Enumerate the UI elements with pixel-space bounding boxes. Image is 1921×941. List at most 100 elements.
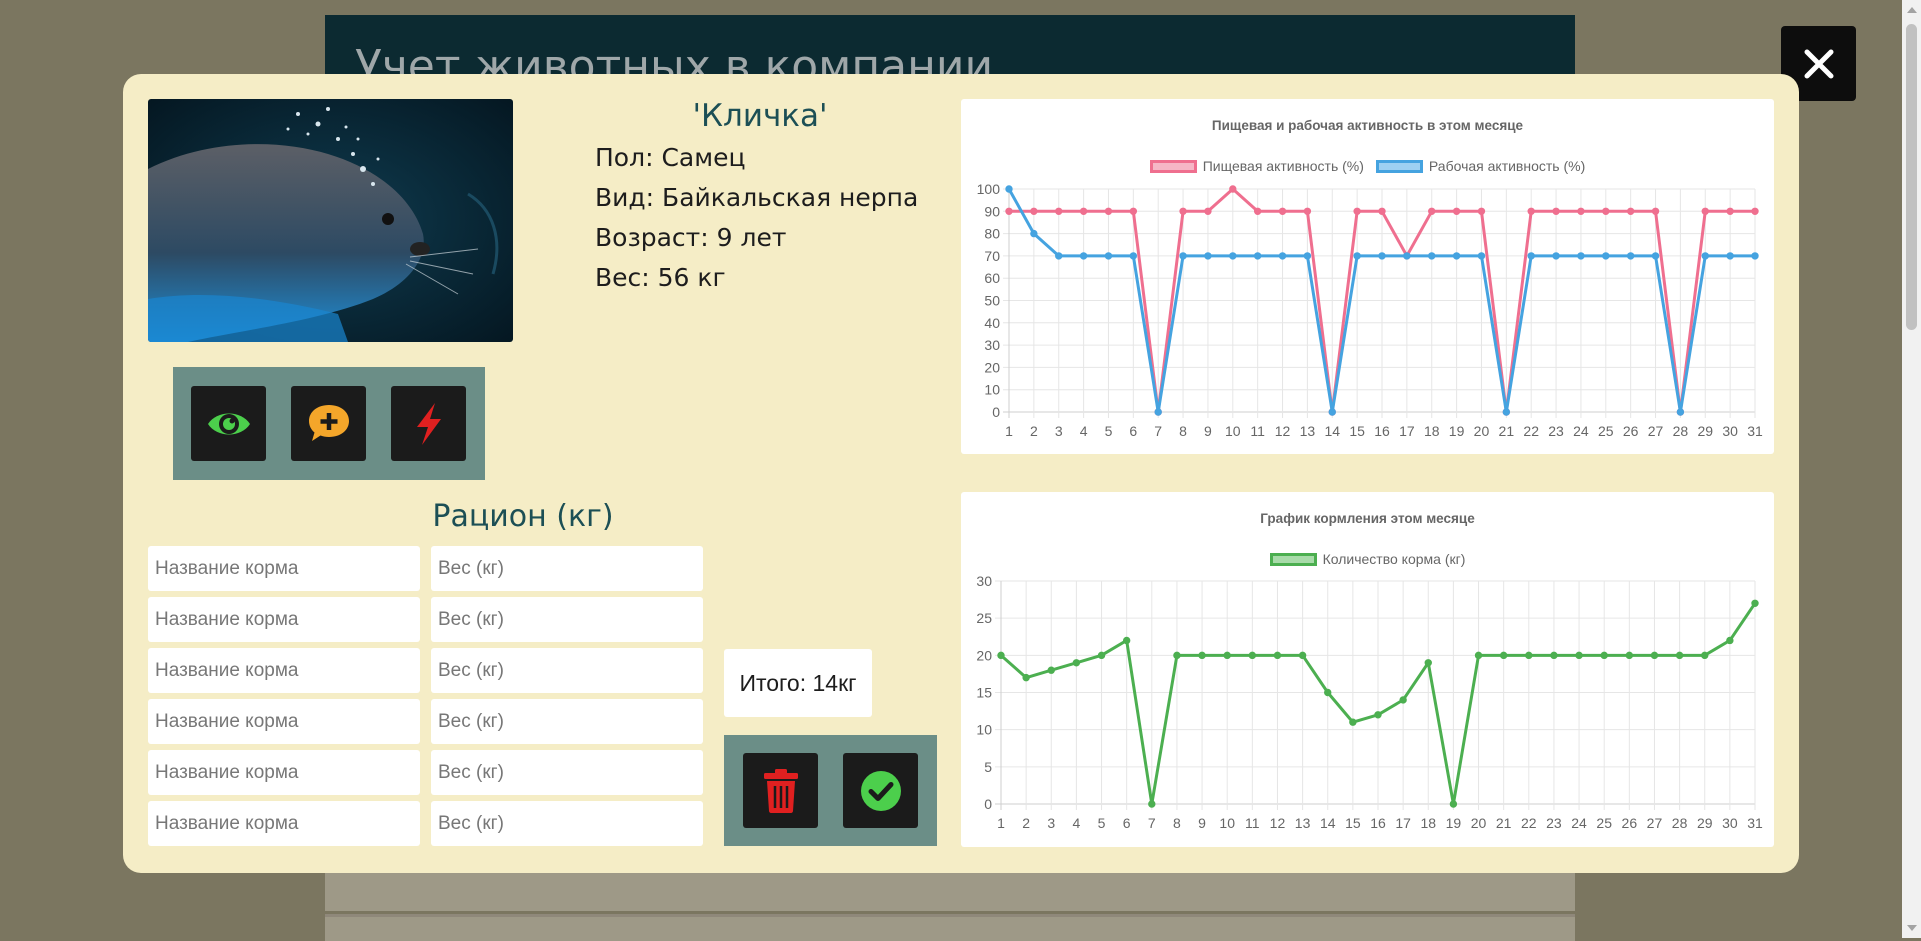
activity-button[interactable]: [391, 386, 466, 461]
x-tick-label: 10: [1219, 815, 1235, 831]
data-point: [1005, 207, 1013, 216]
data-point: [1428, 207, 1436, 216]
y-tick-label: 90: [984, 203, 1000, 219]
x-tick-label: 9: [1198, 815, 1206, 831]
y-tick-label: 25: [976, 610, 992, 626]
animal-details-modal: 'Кличка' Пол: Самец Вид: Байкальская нер…: [123, 74, 1799, 873]
scroll-up-arrow-icon[interactable]: [1907, 7, 1917, 13]
x-tick-label: 11: [1245, 815, 1260, 831]
data-point: [1154, 408, 1162, 416]
x-tick-label: 8: [1173, 815, 1181, 831]
eye-icon: [207, 413, 250, 434]
data-point: [1173, 651, 1181, 660]
data-point: [1248, 651, 1257, 660]
data-point: [1577, 207, 1585, 216]
animal-sex: Пол: Самец: [595, 143, 746, 172]
feed-weight-input[interactable]: [431, 699, 703, 744]
x-tick-label: 17: [1395, 815, 1411, 831]
feed-name-input[interactable]: [148, 699, 420, 744]
x-tick-label: 18: [1424, 423, 1440, 439]
confirm-ration-button[interactable]: [843, 753, 918, 828]
view-button[interactable]: [191, 386, 266, 461]
scrollbar-thumb[interactable]: [1906, 24, 1917, 330]
scroll-down-arrow-icon[interactable]: [1907, 925, 1917, 931]
data-point: [1278, 207, 1287, 216]
data-point: [1148, 800, 1156, 808]
data-point: [1122, 636, 1131, 645]
data-point: [1602, 207, 1610, 216]
ration-row: [148, 801, 703, 846]
add-comment-button[interactable]: [291, 386, 366, 461]
data-point: [1701, 651, 1709, 660]
x-tick-label: 29: [1697, 423, 1713, 439]
feed-name-input[interactable]: [148, 750, 420, 795]
x-tick-label: 27: [1647, 815, 1663, 831]
data-point: [1223, 651, 1231, 660]
data-point: [1047, 666, 1055, 674]
page-scrollbar[interactable]: [1902, 0, 1921, 938]
x-tick-label: 24: [1571, 815, 1587, 831]
feed-name-input[interactable]: [148, 597, 420, 642]
feed-weight-input[interactable]: [431, 750, 703, 795]
y-tick-label: 40: [984, 315, 1000, 331]
data-point: [1378, 252, 1386, 260]
data-point: [1229, 185, 1237, 193]
x-tick-label: 17: [1399, 423, 1415, 439]
delete-ration-button[interactable]: [743, 753, 818, 828]
y-tick-label: 15: [976, 685, 992, 701]
background-strip: [325, 873, 1575, 911]
data-point: [1079, 207, 1088, 216]
data-point: [1253, 252, 1262, 260]
data-point: [1097, 651, 1106, 660]
data-point: [1129, 252, 1138, 260]
data-point: [1525, 651, 1533, 660]
x-tick-label: 16: [1370, 815, 1386, 831]
x-tick-label: 3: [1055, 423, 1063, 439]
feed-weight-input[interactable]: [431, 801, 703, 846]
data-point: [1072, 659, 1081, 667]
feed-weight-input[interactable]: [431, 546, 703, 591]
feed-weight-input[interactable]: [431, 648, 703, 693]
x-tick-label: 20: [1471, 815, 1487, 831]
activity-chart: 0 10 20 30 40 50 60 70 80 90 100 1 2 3 4 5 6 7 8 9 10 11 12 13 1…: [961, 99, 1774, 454]
y-tick-label: 0: [984, 796, 992, 812]
x-tick-label: 28: [1673, 423, 1689, 439]
x-tick-label: 10: [1225, 423, 1241, 439]
data-point: [1452, 252, 1461, 260]
y-tick-label: 0: [992, 404, 1000, 420]
legend-item[interactable]: Количество корма (кг): [1269, 551, 1465, 567]
legend-swatch: [1149, 159, 1197, 173]
y-tick-label: 10: [984, 382, 1000, 398]
data-point: [1298, 651, 1307, 660]
x-tick-label: 8: [1179, 423, 1187, 439]
data-point: [1651, 252, 1660, 260]
x-tick-label: 28: [1672, 815, 1688, 831]
x-tick-label: 1: [997, 815, 1005, 831]
y-tick-label: 60: [984, 270, 1000, 286]
legend-swatch: [1375, 159, 1423, 173]
feed-name-input[interactable]: [148, 648, 420, 693]
x-tick-label: 22: [1521, 815, 1537, 831]
feed-name-input[interactable]: [148, 546, 420, 591]
x-tick-label: 2: [1030, 423, 1038, 439]
check-circle-icon: [860, 770, 901, 811]
data-point: [1273, 651, 1282, 660]
legend-item[interactable]: Рабочая активность (%): [1375, 158, 1585, 174]
data-point: [1378, 207, 1386, 216]
data-point: [1751, 252, 1759, 260]
animal-actions-panel: [173, 367, 485, 480]
x-tick-label: 24: [1573, 423, 1589, 439]
x-tick-label: 26: [1622, 815, 1638, 831]
data-point: [1204, 207, 1212, 216]
data-point: [1374, 711, 1382, 719]
x-tick-label: 27: [1648, 423, 1664, 439]
y-tick-label: 20: [984, 359, 1000, 375]
x-tick-label: 6: [1129, 423, 1137, 439]
x-tick-label: 4: [1073, 815, 1081, 831]
data-point: [1651, 207, 1660, 216]
animal-age: Возраст: 9 лет: [595, 223, 787, 252]
feed-weight-input[interactable]: [431, 597, 703, 642]
data-point: [1452, 207, 1461, 216]
legend-item[interactable]: Пищевая активность (%): [1149, 158, 1364, 174]
feed-name-input[interactable]: [148, 801, 420, 846]
